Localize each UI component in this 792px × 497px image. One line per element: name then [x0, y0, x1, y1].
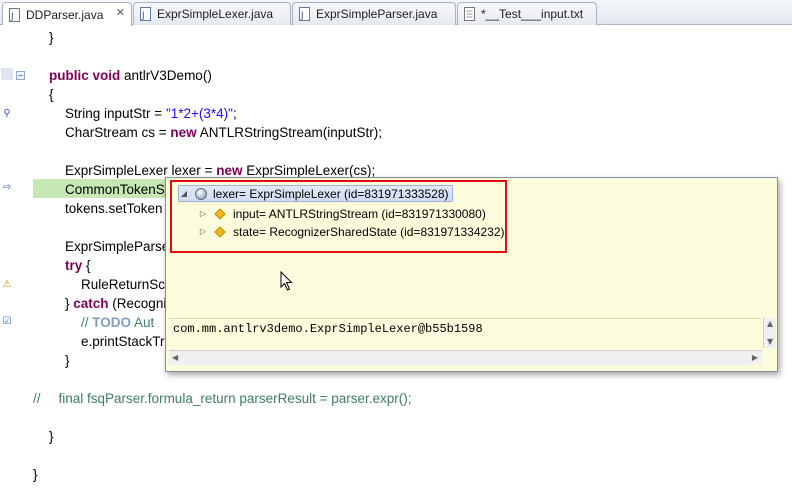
instruction-pointer-icon: ⇨ [2, 182, 12, 193]
warning-icon: ⚠ [2, 279, 12, 290]
tab-label: DDParser.java [26, 7, 104, 22]
task-icon: ☑ [2, 316, 12, 327]
search-marker-icon: ⚲ [3, 108, 11, 119]
editor-gutter [0, 25, 14, 497]
code-line: // TODO Aut [81, 315, 155, 330]
editor-tab-bar: J DDParser.java ✕ J ExprSimpleLexer.java… [0, 0, 792, 26]
code-line: } [33, 467, 38, 482]
gutter-marker [1, 68, 13, 80]
code-line: } [49, 30, 54, 45]
tab-test-input[interactable]: *__Test___input.txt [457, 2, 597, 25]
vertical-scrollbar[interactable]: ▲ ▼ [763, 318, 776, 348]
java-file-icon: J [9, 7, 21, 22]
scroll-right-icon[interactable]: ▶ [752, 353, 758, 362]
tab-ddparser[interactable]: J DDParser.java ✕ [2, 2, 132, 26]
code-line: String inputStr = "1*2+(3*4)"; [65, 106, 237, 121]
code-line: CommonTokenS [65, 182, 165, 197]
tab-exprsimplelexer[interactable]: J ExprSimpleLexer.java [133, 2, 291, 25]
code-line: } [49, 429, 54, 444]
scroll-left-icon[interactable]: ◀ [172, 353, 178, 362]
code-line: try { [65, 258, 91, 273]
text-file-icon [464, 7, 476, 21]
tab-exprsimpleparser[interactable]: J ExprSimpleParser.java [292, 2, 456, 25]
code-line: RuleReturnSc [81, 277, 166, 292]
tab-label: *__Test___input.txt [481, 7, 584, 21]
mouse-cursor-icon [280, 270, 294, 295]
tab-label: ExprSimpleParser.java [316, 7, 438, 21]
annotation-highlight-box [170, 180, 507, 253]
code-line: tokens.setToken [65, 201, 163, 216]
code-line: { [49, 87, 54, 102]
value-detail-pane[interactable]: com.mm.antlrv3demo.ExprSimpleLexer@b55b1… [169, 318, 761, 348]
scroll-down-icon[interactable]: ▼ [767, 337, 773, 346]
fold-toggle[interactable]: − [16, 71, 25, 80]
svg-text:J: J [10, 12, 14, 22]
scroll-up-icon[interactable]: ▲ [767, 319, 773, 328]
code-line: //final fsqParser.formula_return parserR… [33, 391, 412, 406]
code-line: e.printStackTr [81, 334, 165, 349]
horizontal-scrollbar[interactable]: ◀ ▶ [169, 350, 762, 365]
code-line: public void antlrV3Demo() [49, 68, 212, 83]
code-line: ExprSimpleParse [65, 239, 170, 254]
code-line: CharStream cs = new ANTLRStringStream(in… [65, 125, 382, 140]
close-icon[interactable]: ✕ [116, 6, 125, 19]
tab-label: ExprSimpleLexer.java [157, 7, 274, 21]
code-line: } [65, 353, 70, 368]
svg-text:J: J [141, 11, 145, 21]
java-file-icon: J [299, 7, 311, 21]
java-file-icon: J [140, 7, 152, 21]
svg-text:J: J [300, 11, 304, 21]
code-line: } catch (Recogni [65, 296, 167, 311]
